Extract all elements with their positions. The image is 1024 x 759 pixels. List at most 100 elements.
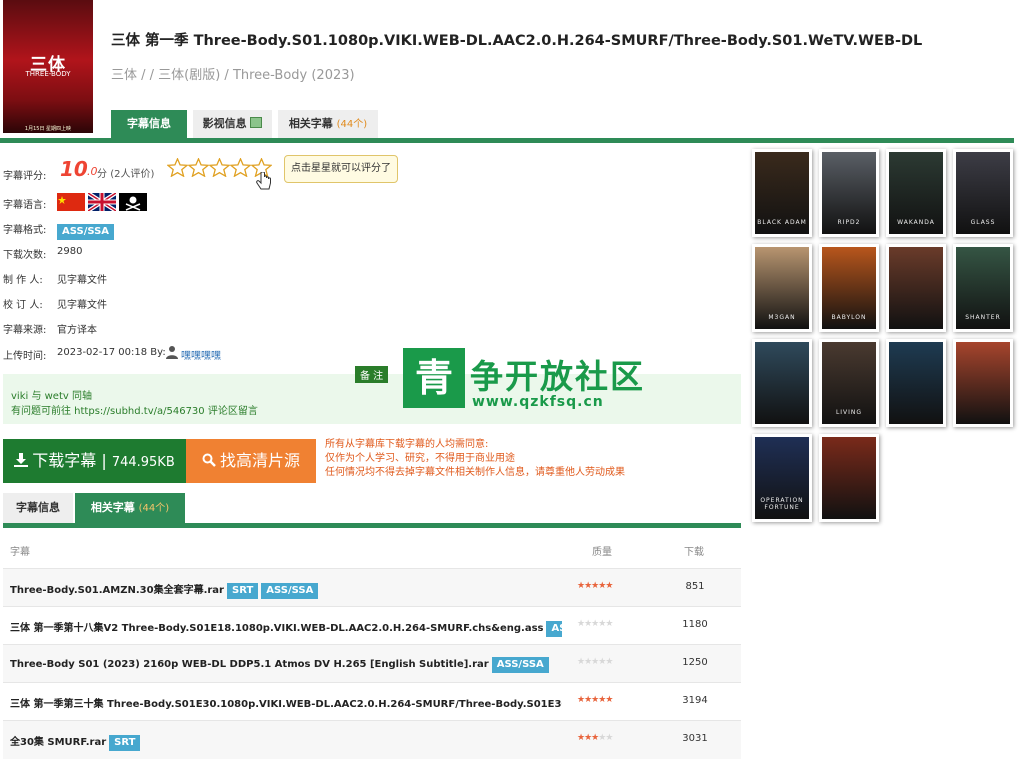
related-movie-poster[interactable]: BABYLON <box>819 244 879 332</box>
page-subtitle[interactable]: 三体 / / 三体(剧版) / Three-Body (2023) <box>111 64 355 83</box>
tab-divider-bottom <box>3 523 741 528</box>
related-movie-poster[interactable]: OPERATION FORTUNE <box>752 434 812 522</box>
star-2-icon[interactable] <box>188 158 209 177</box>
upload-label: 上传时间: <box>3 351 47 362</box>
subtitle-name-link[interactable]: 全30集 SMURF.rar SRT <box>10 733 141 751</box>
poster-caption: WAKANDA <box>897 219 935 226</box>
tab-related-subtitles[interactable]: 相关字幕 (44个) <box>278 110 378 138</box>
related-movie-poster[interactable] <box>752 339 812 427</box>
poster-caption: OPERATION FORTUNE <box>760 497 804 511</box>
movie-poster[interactable]: 三体 THREE-BODY 1月15日 星期四上映 <box>3 0 93 133</box>
star-icon: ★ <box>605 619 613 629</box>
format-label: 字幕格式: <box>3 225 47 236</box>
download-count: 1180 <box>682 619 708 630</box>
table-header: 字幕 质量 下载 <box>3 530 741 568</box>
poster-caption: RIPD2 <box>837 219 861 226</box>
find-hd-source-button[interactable]: 找高清片源 <box>186 439 316 483</box>
proofreader-value: 见字幕文件 <box>57 300 107 311</box>
star-icon: ★ <box>605 581 613 591</box>
source-value: 官方译本 <box>57 325 97 336</box>
related-movie-poster[interactable]: LIVING <box>819 339 879 427</box>
subtitle-name-link[interactable]: 三体 第一季第三十集 Three-Body.S01E30.1080p.VIKI.… <box>10 695 562 710</box>
related-movie-poster[interactable] <box>886 244 946 332</box>
china-flag-icon <box>57 193 85 211</box>
format-badge: ASS/S <box>546 621 562 637</box>
tab-movie-info[interactable]: 影视信息 <box>193 110 272 138</box>
format-badge: SRT <box>227 583 259 599</box>
quality-stars: ★★★★★ <box>577 581 613 591</box>
subtitle-name-link[interactable]: Three-Body S01 (2023) 2160p WEB-DL DDP5.… <box>10 657 549 673</box>
tab-subtitle-info[interactable]: 字幕信息 <box>111 110 187 138</box>
quality-stars: ★★★★★ <box>577 619 613 629</box>
download-count: 1250 <box>682 657 708 668</box>
subtitle-name: Three-Body S01 (2023) 2160p WEB-DL DDP5.… <box>10 659 489 670</box>
maker-label: 制 作 人: <box>3 275 43 286</box>
watermark-logo: 青 <box>403 348 465 408</box>
header-name: 字幕 <box>10 547 30 558</box>
tab-divider <box>0 138 1014 143</box>
note-line-2[interactable]: 有问题可前往 https://subhd.tv/a/546730 评论区留言 <box>11 402 258 417</box>
related-movie-poster[interactable] <box>886 339 946 427</box>
star-3-icon[interactable] <box>209 158 230 177</box>
downloads-value: 2980 <box>57 246 83 257</box>
related-movie-poster[interactable]: RIPD2 <box>819 149 879 237</box>
star-4-icon[interactable] <box>230 158 251 177</box>
poster-caption: M3GAN <box>768 314 796 321</box>
download-count: 851 <box>685 581 705 592</box>
disclaimer: 所有从字幕库下载字幕的人均需同意: 仅作为个人学习、研究，不得用于商业用途 任何… <box>325 439 625 478</box>
subtitle-name: Three-Body.S01.AMZN.30集全套字幕.rar <box>10 585 224 596</box>
download-button[interactable]: 下载字幕 | 744.95KB <box>3 439 186 483</box>
format-badge: ASS/SSA <box>261 583 319 599</box>
rating-tooltip: 点击星星就可以评分了 <box>284 155 398 183</box>
poster-caption: GLASS <box>970 219 996 226</box>
poster-caption: BABYLON <box>831 314 867 321</box>
pirate-flag-icon <box>119 193 147 211</box>
subtitle-name: 全30集 SMURF.rar <box>10 737 107 748</box>
tab-subtitle-info-bottom[interactable]: 字幕信息 <box>3 493 73 523</box>
download-count: 3031 <box>682 733 708 744</box>
poster-caption: BLACK ADAM <box>757 219 807 226</box>
uploader-link[interactable]: 嘿嘿嘿嘿 <box>181 347 221 362</box>
table-row[interactable]: 三体 第一季第三十集 Three-Body.S01E30.1080p.VIKI.… <box>3 682 741 721</box>
note-line-1: viki 与 wetv 同轴 <box>11 391 92 402</box>
related-movie-poster[interactable]: GLASS <box>953 149 1013 237</box>
related-movie-poster[interactable]: SHANTER <box>953 244 1013 332</box>
watermark-url: www.qzkfsq.cn <box>472 394 604 410</box>
download-icon <box>14 453 29 467</box>
related-movie-poster[interactable]: WAKANDA <box>886 149 946 237</box>
downloads-label: 下载次数: <box>3 250 47 261</box>
subtitle-name-link[interactable]: Three-Body.S01.AMZN.30集全套字幕.rar SRT ASS/SS… <box>10 581 319 599</box>
user-icon <box>166 346 178 359</box>
poster-date: 1月15日 星期四上映 <box>24 126 72 132</box>
format-badge: SRT <box>109 735 141 751</box>
poster-subtitle: THREE-BODY <box>25 70 71 78</box>
rating-value: 10 <box>60 157 88 181</box>
format-badge: ASS/SSA <box>491 657 549 673</box>
table-row[interactable]: 三体 第一季第十八集V2 Three-Body.S01E18.1080p.VIK… <box>3 606 741 645</box>
table-row[interactable]: Three-Body S01 (2023) 2160p WEB-DL DDP5.… <box>3 644 741 683</box>
language-label: 字幕语言: <box>3 200 47 211</box>
related-movie-poster[interactable]: BLACK ADAM <box>752 149 812 237</box>
star-icon: ★ <box>605 733 613 743</box>
rating-count: (2人评价) <box>110 169 155 180</box>
download-size: 744.95KB <box>111 455 175 470</box>
related-movie-poster[interactable]: M3GAN <box>752 244 812 332</box>
hand-cursor-icon <box>256 172 271 190</box>
subtitle-name-link[interactable]: 三体 第一季第十八集V2 Three-Body.S01E18.1080p.VIK… <box>10 619 562 637</box>
quality-stars: ★★★★★ <box>577 733 613 743</box>
page-title: 三体 第一季 Three-Body.S01.1080p.VIKI.WEB-DL.… <box>111 33 923 49</box>
quality-stars: ★★★★★ <box>577 695 613 705</box>
star-1-icon[interactable] <box>167 158 188 177</box>
poster-caption: LIVING <box>835 409 863 416</box>
quality-stars: ★★★★★ <box>577 657 613 667</box>
related-movie-poster[interactable] <box>819 434 879 522</box>
download-count: 3194 <box>682 695 708 706</box>
star-icon: ★ <box>605 695 613 705</box>
table-row[interactable]: 全30集 SMURF.rar SRT ★★★★★ 3031 <box>3 720 741 759</box>
related-movie-poster[interactable] <box>953 339 1013 427</box>
format-badge[interactable]: ASS/SSA <box>57 219 115 240</box>
tab-related-subtitles-bottom[interactable]: 相关字幕 (44个) <box>75 493 185 523</box>
table-row[interactable]: Three-Body.S01.AMZN.30集全套字幕.rar SRT ASS/SS… <box>3 568 741 607</box>
header-quality: 质量 <box>592 547 612 558</box>
watermark-name: 争开放社区 <box>470 357 645 396</box>
